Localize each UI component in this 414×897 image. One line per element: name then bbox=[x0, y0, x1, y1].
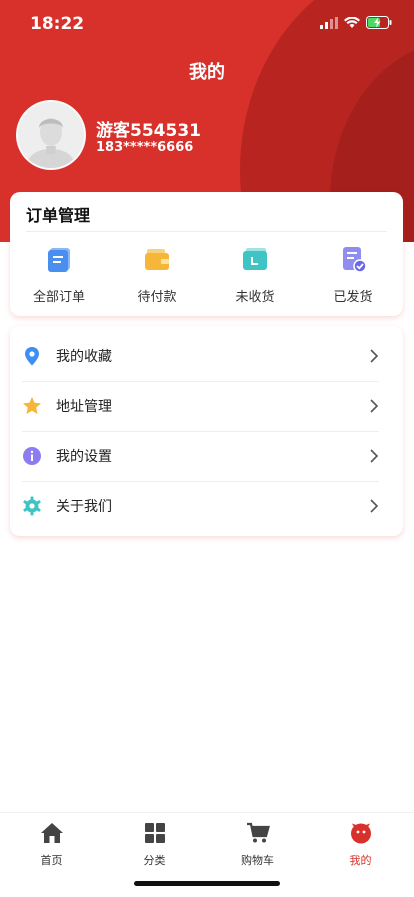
menu-item-address[interactable]: 地址管理 bbox=[22, 381, 379, 431]
cart-icon bbox=[246, 822, 270, 843]
menu-item-settings[interactable]: 我的设置 bbox=[22, 431, 379, 481]
menu-item-about[interactable]: 关于我们 bbox=[22, 481, 379, 531]
tab-mine-label: 我的 bbox=[349, 854, 372, 867]
order-management-heading: 订单管理 bbox=[26, 206, 91, 225]
order-pending-payment[interactable]: 待付款 bbox=[108, 244, 206, 305]
tab-home[interactable]: 首页 bbox=[0, 821, 103, 868]
star-icon bbox=[23, 397, 41, 414]
grid-icon bbox=[144, 823, 165, 843]
all-orders-icon bbox=[48, 248, 70, 272]
order-not-received[interactable]: 未收货 bbox=[206, 244, 304, 305]
user-name: 游客554531 bbox=[96, 121, 201, 141]
location-pin-icon bbox=[25, 347, 39, 366]
status-time: 18:22 bbox=[30, 14, 85, 34]
tab-cart-label: 购物车 bbox=[241, 854, 274, 867]
page-title: 我的 bbox=[189, 62, 225, 83]
package-icon bbox=[243, 248, 267, 270]
user-phone: 183*****6666 bbox=[96, 140, 194, 155]
menu-item-about-label: 关于我们 bbox=[56, 499, 112, 515]
wallet-icon bbox=[145, 249, 169, 270]
order-not-received-label: 未收货 bbox=[235, 290, 275, 305]
menu-item-favorites-label: 我的收藏 bbox=[56, 349, 112, 365]
order-shipped-label: 已发货 bbox=[333, 290, 373, 305]
avatar[interactable] bbox=[16, 100, 86, 170]
order-all-label: 全部订单 bbox=[32, 290, 85, 305]
divider bbox=[26, 231, 387, 232]
menu-item-favorites[interactable]: 我的收藏 bbox=[22, 331, 379, 381]
tab-category-label: 分类 bbox=[143, 854, 166, 867]
chevron-right-icon bbox=[370, 349, 379, 363]
battery-charging-icon bbox=[366, 16, 392, 29]
order-pending-payment-label: 待付款 bbox=[137, 290, 177, 305]
menu-item-settings-label: 我的设置 bbox=[56, 449, 112, 465]
menu-item-address-label: 地址管理 bbox=[56, 399, 112, 415]
home-indicator bbox=[134, 881, 280, 886]
gear-icon bbox=[23, 496, 41, 516]
wifi-icon bbox=[344, 16, 360, 28]
order-shipped[interactable]: 已发货 bbox=[304, 244, 402, 305]
tab-cart[interactable]: 购物车 bbox=[206, 821, 309, 868]
chevron-right-icon bbox=[370, 449, 379, 463]
home-icon bbox=[40, 823, 63, 843]
shipped-icon bbox=[343, 247, 367, 273]
chevron-right-icon bbox=[370, 399, 379, 413]
order-all[interactable]: 全部订单 bbox=[10, 244, 108, 305]
tab-category[interactable]: 分类 bbox=[103, 821, 206, 868]
tab-mine[interactable]: 我的 bbox=[309, 821, 412, 868]
status-bar: 18:22 bbox=[0, 0, 414, 50]
info-icon bbox=[23, 447, 41, 465]
settings-menu-card: 我的收藏 地址管理 我的设置 关于我们 bbox=[10, 326, 403, 536]
profile-icon bbox=[350, 823, 371, 844]
tab-home-label: 首页 bbox=[40, 854, 63, 867]
order-management-card: 订单管理 全部订单 待付款 未收货 已发货 bbox=[10, 192, 403, 316]
avatar-silhouette-icon bbox=[18, 102, 84, 168]
chevron-right-icon bbox=[370, 499, 379, 513]
signal-icon bbox=[320, 16, 338, 29]
